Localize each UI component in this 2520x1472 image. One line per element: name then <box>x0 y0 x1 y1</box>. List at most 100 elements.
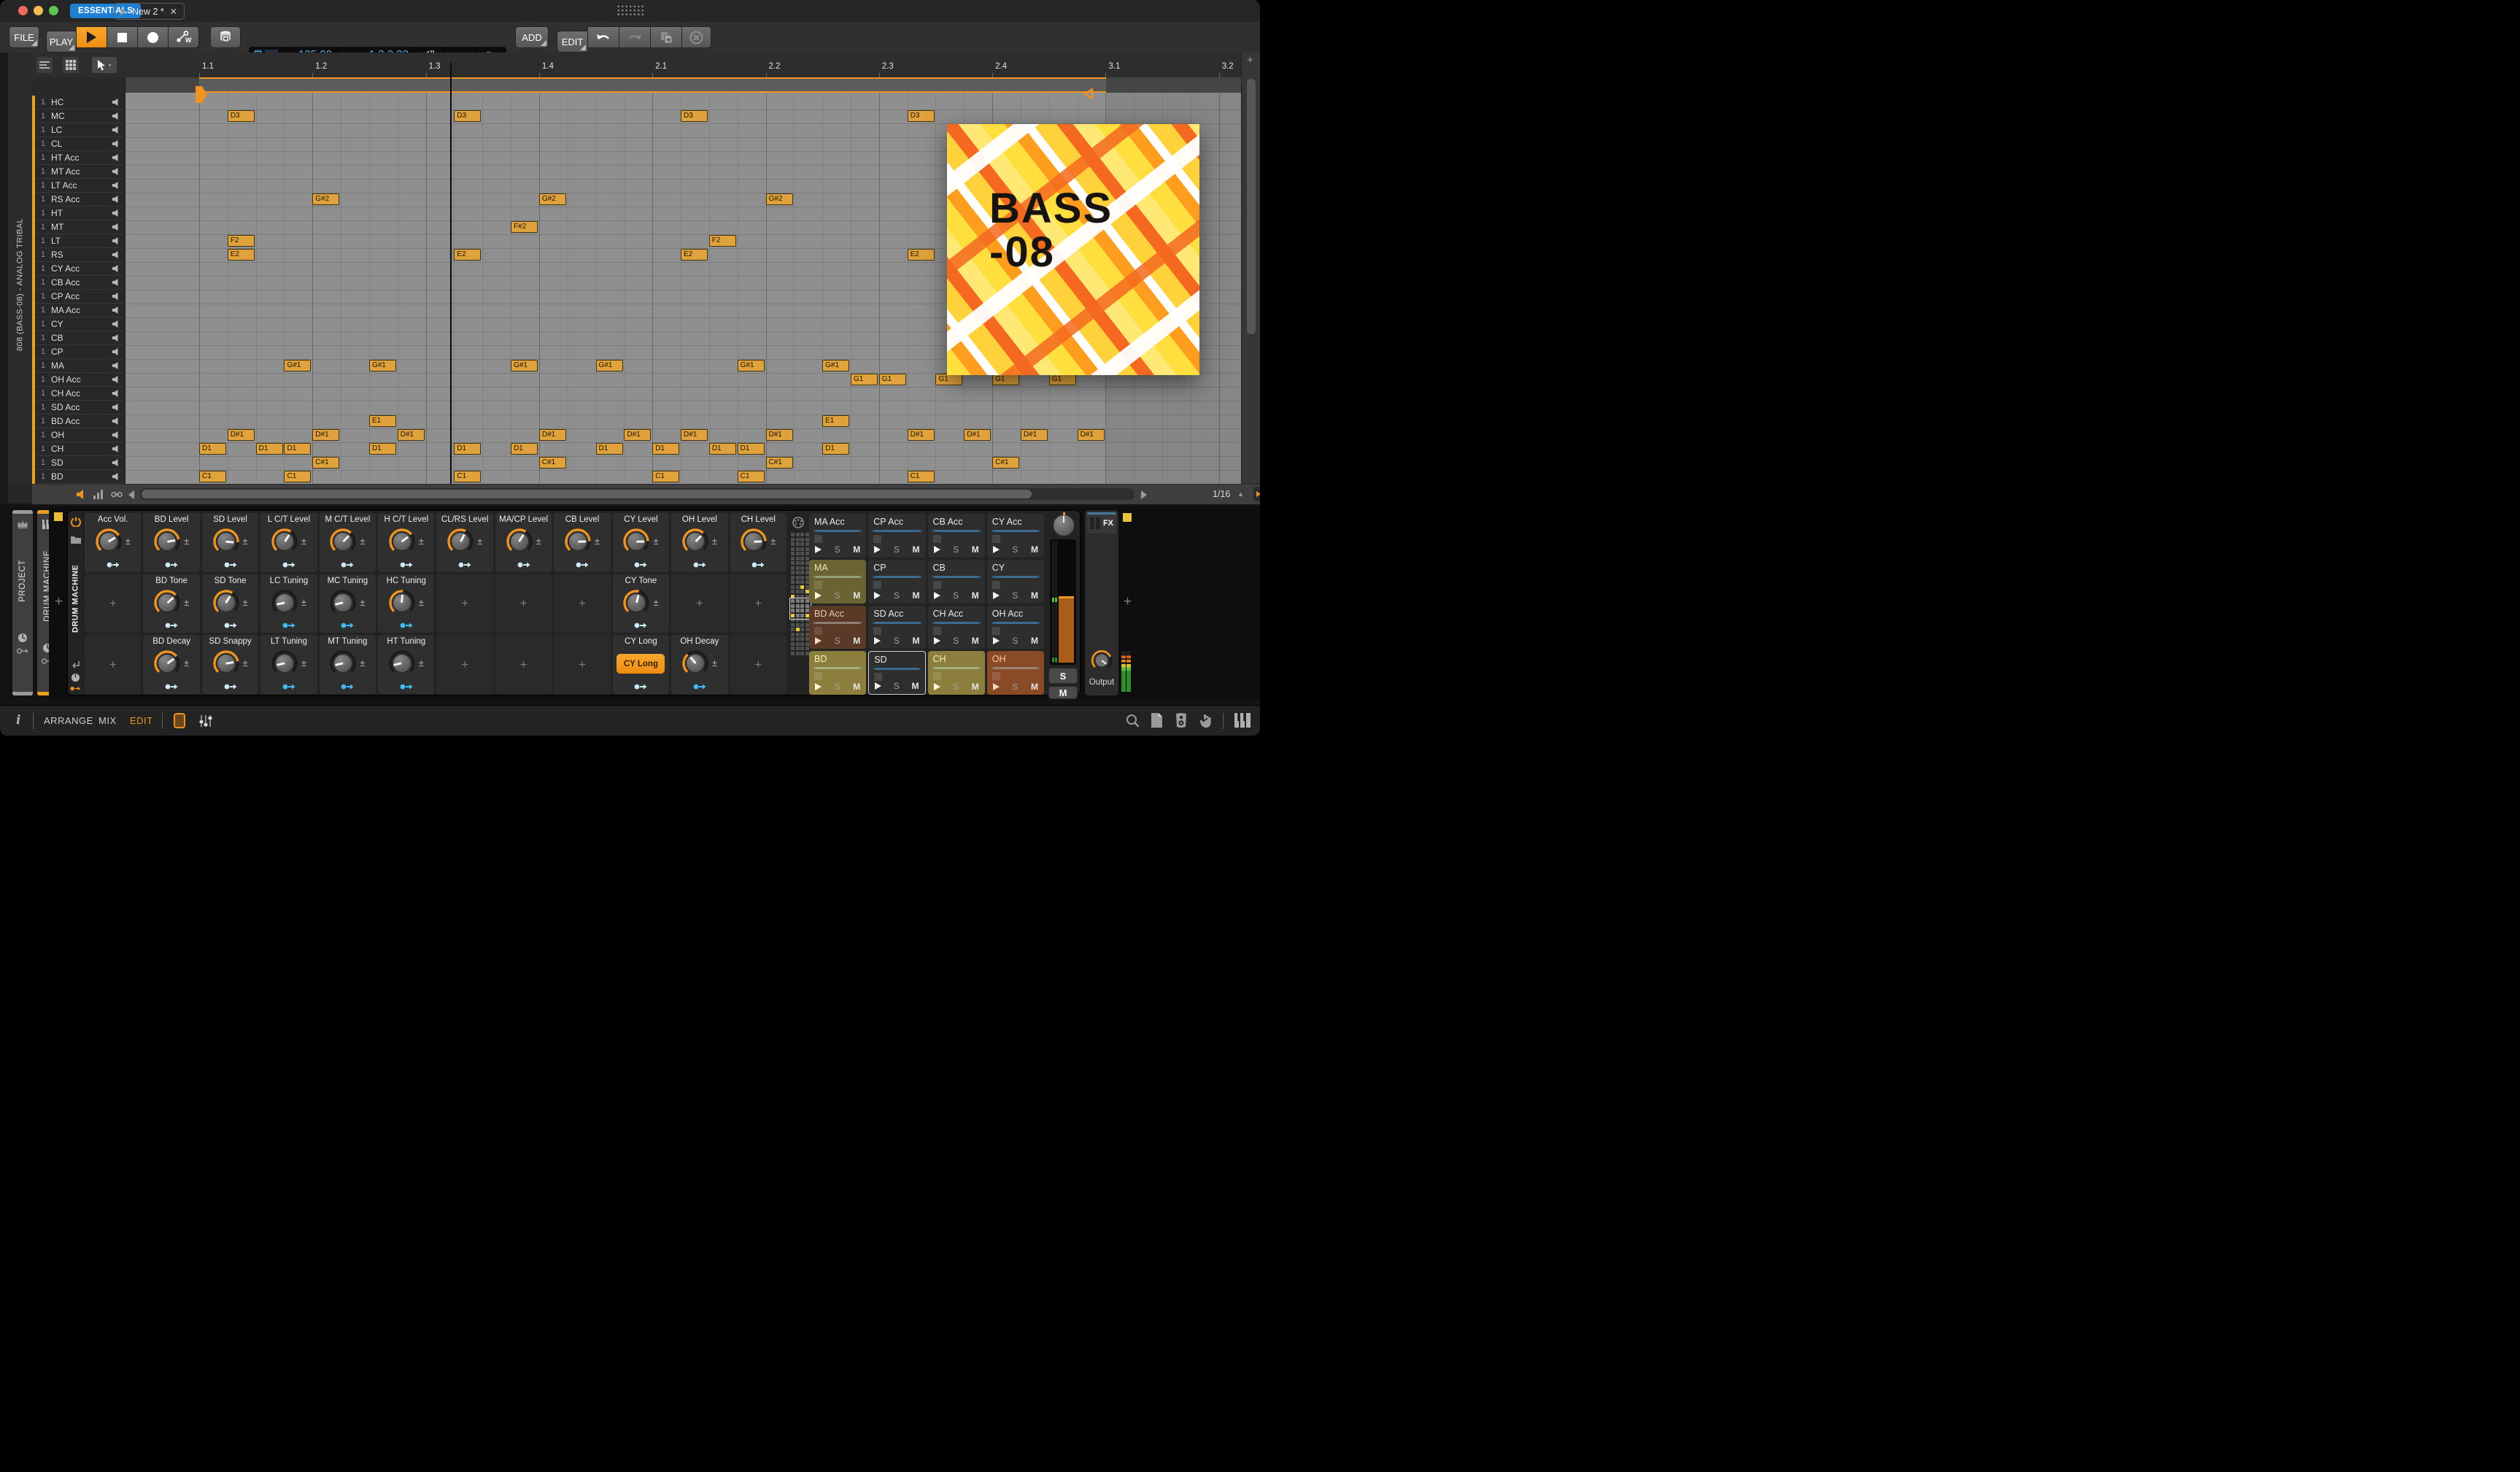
plusminus-icon[interactable]: ± <box>360 597 365 608</box>
key-row[interactable]: 1 MT <box>35 220 125 234</box>
device-expand-icon[interactable] <box>71 661 80 669</box>
pad-solo-button[interactable]: S <box>953 544 959 555</box>
pad-ch[interactable]: CH S M <box>927 651 985 695</box>
macro-mod[interactable] <box>341 561 354 569</box>
pad-play-icon[interactable] <box>992 591 1000 599</box>
pad-key-range-bar[interactable] <box>813 530 862 532</box>
device-modulation-icon[interactable] <box>70 685 81 692</box>
note[interactable]: D#1 <box>397 429 425 441</box>
note[interactable]: C#1 <box>538 457 566 469</box>
tab-close-icon[interactable]: ✕ <box>170 7 177 17</box>
note[interactable]: D3 <box>907 110 935 122</box>
plusminus-icon[interactable]: ± <box>419 536 424 547</box>
key-row-audition[interactable] <box>112 320 120 328</box>
plusminus-icon[interactable]: ± <box>536 536 541 547</box>
info-icon[interactable]: i <box>16 713 20 728</box>
macro-mod[interactable] <box>224 561 237 569</box>
key-row[interactable]: 1 CY Acc <box>35 262 125 276</box>
note[interactable]: G#2 <box>765 193 793 205</box>
horizontal-scrollbar-handle[interactable] <box>142 490 1032 498</box>
device-mute-button[interactable]: M <box>1048 686 1078 699</box>
macro-bd-decay[interactable]: BD Decay ± <box>143 635 200 694</box>
macro-lc-tuning[interactable]: LC Tuning ± <box>260 574 317 633</box>
speaker-icon[interactable] <box>112 182 120 189</box>
add-device-before-icon[interactable]: + <box>55 594 63 610</box>
key-row-audition[interactable] <box>112 182 120 189</box>
key-row-audition[interactable] <box>112 265 120 272</box>
macro-knob[interactable] <box>446 527 475 556</box>
speaker-icon[interactable] <box>112 473 120 480</box>
modulation-route-icon[interactable] <box>165 683 178 690</box>
key-row[interactable]: 1 HC <box>35 96 125 109</box>
editor-right-scroll-strip[interactable]: + <box>1241 53 1260 484</box>
maximize-window-button[interactable] <box>49 6 58 15</box>
snap-grid-value[interactable]: 1/16 <box>1213 489 1230 499</box>
pad-play-icon[interactable] <box>933 545 940 553</box>
speaker-icon[interactable] <box>112 237 120 244</box>
modulation-route-icon[interactable] <box>224 561 237 569</box>
pad-mute-button[interactable]: M <box>1031 544 1038 555</box>
speaker-icon[interactable] <box>112 445 120 452</box>
note[interactable]: F2 <box>227 235 255 247</box>
note[interactable]: D3 <box>227 110 255 122</box>
speaker-icon[interactable] <box>112 126 120 134</box>
pad-mute-button[interactable]: M <box>912 544 919 555</box>
play-button[interactable] <box>77 26 107 48</box>
redo-button[interactable] <box>619 26 651 48</box>
speaker-icon[interactable] <box>112 265 120 272</box>
pad-solo-button[interactable]: S <box>1012 636 1018 646</box>
note[interactable]: D1 <box>368 443 396 455</box>
ruler-label[interactable]: 1.4 <box>542 62 554 71</box>
macro-mod[interactable] <box>400 561 413 569</box>
macro-cy-tone[interactable]: CY Tone ± <box>612 574 670 633</box>
note[interactable]: D#1 <box>681 429 708 441</box>
speaker-icon[interactable] <box>112 223 120 231</box>
scroll-right-button[interactable] <box>1141 490 1147 499</box>
device-remote-page-icon[interactable] <box>71 673 80 682</box>
note[interactable]: D1 <box>595 443 623 455</box>
speaker-icon[interactable] <box>112 390 120 397</box>
file-menu-button[interactable]: FILE <box>9 26 39 48</box>
plusminus-icon[interactable]: ± <box>653 597 658 608</box>
loop-end-marker[interactable] <box>1083 88 1094 100</box>
macro-bd-tone[interactable]: BD Tone ± <box>143 574 200 633</box>
note[interactable]: E1 <box>822 415 850 427</box>
note[interactable]: D3 <box>454 110 482 122</box>
speaker-icon[interactable] <box>112 154 120 161</box>
key-row-audition[interactable] <box>112 126 120 134</box>
pointer-tool-button[interactable]: ▾ <box>92 57 117 73</box>
pad-key-range-bar[interactable] <box>991 575 1040 578</box>
macro-knob[interactable] <box>328 588 357 617</box>
note[interactable]: G1 <box>935 374 963 385</box>
pad-play-icon[interactable] <box>875 682 882 690</box>
key-row-audition[interactable] <box>112 293 120 300</box>
note[interactable]: G#1 <box>284 360 312 371</box>
note[interactable]: D1 <box>454 443 482 455</box>
pad-play-icon[interactable] <box>815 637 822 645</box>
modulation-route-icon[interactable] <box>400 683 413 690</box>
pad-play-icon[interactable] <box>815 545 822 553</box>
pad-play-icon[interactable] <box>815 591 822 599</box>
macro-knob[interactable] <box>387 649 417 678</box>
pad-solo-button[interactable]: S <box>835 590 840 601</box>
macro-knob[interactable] <box>270 588 299 617</box>
key-row[interactable]: 1 SD <box>35 456 125 470</box>
key-row-audition[interactable] <box>112 431 120 439</box>
speaker-icon[interactable] <box>112 417 120 425</box>
key-row-audition[interactable] <box>112 99 120 106</box>
pad-play-icon[interactable] <box>815 683 822 690</box>
pad-play-icon[interactable] <box>874 637 881 645</box>
macro-knob[interactable] <box>270 649 299 678</box>
pad-solo-button[interactable]: S <box>894 636 900 646</box>
macro-mod[interactable] <box>693 561 706 569</box>
layer-list-toggle-button[interactable] <box>36 57 53 73</box>
macro-ch-level[interactable]: CH Level ± <box>730 513 786 572</box>
key-row[interactable]: 1 CH <box>35 442 125 456</box>
modulation-route-icon[interactable] <box>224 683 237 690</box>
macro-mod[interactable] <box>341 622 354 629</box>
macro-mod[interactable] <box>634 683 647 690</box>
macro-sd-level[interactable]: SD Level ± <box>201 513 259 572</box>
modulation-route-icon[interactable] <box>634 683 647 690</box>
macro-knob[interactable] <box>622 527 651 556</box>
virtual-keyboard-icon[interactable] <box>1234 713 1251 728</box>
